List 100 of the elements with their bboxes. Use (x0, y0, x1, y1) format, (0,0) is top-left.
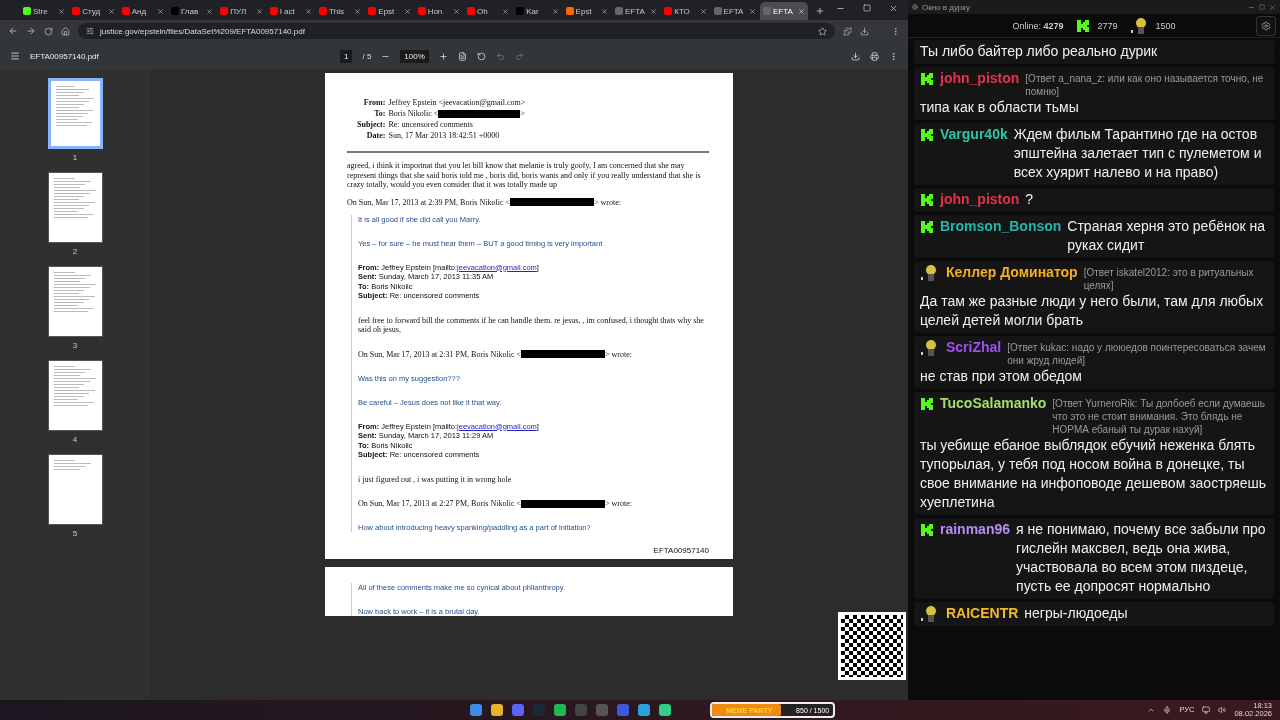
message-text: не став при этом обедом (920, 367, 1083, 386)
browser-tab[interactable]: Kar (513, 2, 562, 20)
username[interactable]: ScriZhal (946, 338, 1002, 357)
fit-page-icon[interactable] (457, 51, 467, 61)
page-thumbnail[interactable] (47, 454, 103, 525)
reply-quote: [Ответ a_nana_z: или как оно называется точно, не помню] (1025, 72, 1265, 98)
close-icon[interactable] (798, 7, 806, 15)
message-text: Страная херня это ребёнок на руках сидит (1067, 217, 1267, 255)
maximize-icon[interactable] (863, 3, 872, 12)
username[interactable]: Келлер Доминатор (946, 263, 1078, 282)
browser-tab[interactable]: I act (266, 2, 315, 20)
username[interactable]: john_piston (940, 69, 1020, 88)
reload-icon[interactable] (44, 26, 53, 36)
username[interactable]: RAICENTR (946, 604, 1019, 623)
more-icon[interactable] (889, 51, 898, 61)
home-icon[interactable] (61, 26, 70, 36)
browser-tab[interactable]: Epst (365, 2, 414, 20)
close-icon[interactable] (452, 7, 460, 15)
site-info-icon[interactable] (86, 27, 94, 35)
page-thumbnail[interactable] (47, 266, 103, 337)
username[interactable]: Bromson_Bonson (940, 217, 1062, 236)
favicon-icon (121, 7, 130, 15)
microphone-icon[interactable] (1163, 706, 1172, 714)
favicon-icon (664, 7, 673, 15)
close-icon[interactable] (889, 3, 899, 13)
kick-logo-icon (920, 127, 934, 142)
header-label: Date: (365, 130, 386, 141)
viewer-count: 1500 (1155, 20, 1176, 31)
close-icon[interactable] (157, 7, 164, 15)
browser-tab[interactable]: Hon (414, 2, 463, 20)
header-label: To: (373, 108, 386, 119)
monitor-icon[interactable] (1202, 706, 1211, 714)
message-text: ? (1025, 190, 1035, 209)
close-icon[interactable] (403, 7, 411, 15)
browser-tab[interactable]: EFTA (611, 2, 661, 20)
close-icon[interactable] (206, 7, 214, 15)
username[interactable]: Vargur40k (940, 125, 1008, 144)
browser-tab[interactable]: Анд (118, 2, 167, 20)
reply-line: On Sun, Mar 17, 2013 at 2:27 PM, Boris Nikolic < > wrote: (358, 499, 633, 508)
download-icon[interactable] (851, 51, 860, 61)
page-number: 4 (72, 435, 78, 444)
close-icon[interactable] (255, 7, 263, 15)
close-icon[interactable] (699, 7, 707, 15)
close-icon[interactable] (502, 7, 510, 15)
page-thumbnail[interactable] (47, 172, 103, 243)
address-bar[interactable]: justice.gov/epstein/files/DataSet%209/EFTA00957140.pdf (78, 23, 835, 39)
close-icon[interactable] (58, 7, 66, 15)
message-text: Ты либо байтер либо реально дурик (920, 42, 1159, 61)
username[interactable]: TucoSalamanko (940, 394, 1047, 413)
email-paragraph: feel free to forward bill the comments if he can handle them. re jesus, , im confused, i thought thats why she said oh jesus, (358, 315, 705, 335)
page-number: 1 (72, 153, 78, 162)
settings-icon (1261, 21, 1271, 31)
browser-tab[interactable]: Oh (463, 2, 513, 20)
kick-logo-icon (920, 71, 934, 86)
menu-icon[interactable] (10, 51, 20, 61)
browser-tab[interactable]: Глав (168, 2, 217, 20)
close-icon[interactable] (650, 7, 658, 15)
username[interactable]: rainman96 (940, 520, 1011, 539)
browser-tab[interactable]: Stre (20, 2, 69, 20)
browser-tab[interactable]: Студ (69, 2, 118, 20)
rotate-icon[interactable] (476, 51, 486, 61)
favicon-icon (368, 7, 377, 15)
new-tab-icon[interactable] (815, 6, 826, 16)
page-thumbnail[interactable] (47, 360, 103, 431)
browser-tab[interactable]: Epst (562, 2, 611, 20)
settings-button[interactable] (1256, 16, 1276, 36)
message-text: Да там же разные люди у него были, там для любых целей детей могли брать (920, 292, 1265, 330)
close-icon[interactable] (354, 7, 362, 15)
chevron-up-icon[interactable] (1147, 706, 1156, 714)
close-icon[interactable] (748, 7, 756, 15)
message-text: типа как в области тьмы (920, 98, 1080, 117)
message-text: Ждем фильм Тарантино где на остов эпштейна залетает тип с пулеметом и всех хуярит налево и на право) (1013, 125, 1263, 182)
browser-tab[interactable]: ПУЛ (217, 2, 266, 20)
print-icon[interactable] (870, 51, 879, 61)
browser-tab[interactable]: This (315, 2, 365, 20)
page-thumbnail[interactable] (47, 78, 103, 149)
browser-tab[interactable]: КТО (661, 2, 710, 20)
kick-logo-icon (1075, 18, 1090, 33)
bookmark-star-icon[interactable] (818, 26, 827, 36)
menu-icon[interactable] (891, 26, 900, 36)
browser-tab[interactable]: EFTA (710, 2, 759, 20)
back-icon[interactable] (8, 26, 18, 36)
close-icon[interactable] (600, 7, 608, 15)
extensions-icon[interactable] (843, 26, 852, 36)
close-icon[interactable] (551, 7, 559, 15)
kick-logo-icon (920, 396, 934, 411)
volume-icon[interactable] (1218, 706, 1227, 714)
page-number-field[interactable]: 1 (340, 49, 353, 63)
username[interactable]: john_piston (940, 190, 1020, 209)
download-icon[interactable] (860, 26, 869, 36)
zoom-field[interactable]: 100% (400, 49, 429, 63)
close-icon[interactable] (107, 7, 115, 15)
browser-tab[interactable]: EFTA (759, 2, 809, 20)
favicon-icon (713, 7, 722, 15)
header-label: Subject: (357, 119, 386, 130)
page-number: 5 (72, 529, 78, 538)
close-icon[interactable] (304, 7, 312, 15)
zoom-in-icon[interactable] (438, 51, 448, 61)
forward-icon[interactable] (26, 26, 36, 36)
favicon-icon (762, 7, 771, 15)
